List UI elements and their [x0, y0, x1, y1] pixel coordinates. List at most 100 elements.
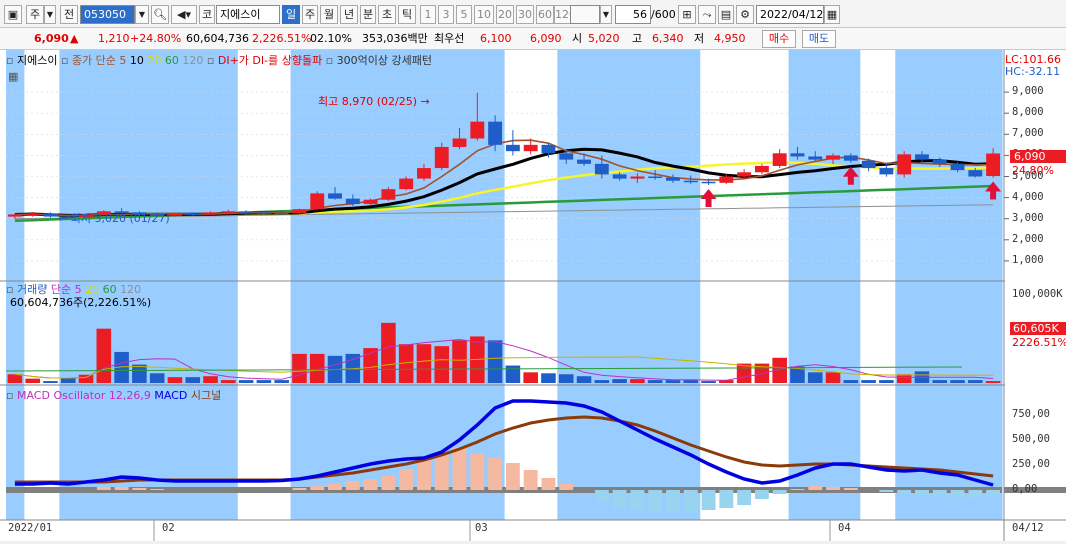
- interval-button-4[interactable]: 20: [496, 5, 514, 24]
- period-button-1[interactable]: 주: [302, 5, 318, 24]
- last-volume-pct: 2226.51%: [1012, 336, 1066, 349]
- calendar-icon[interactable]: ▦: [824, 5, 840, 24]
- period-button-3[interactable]: 년: [340, 5, 358, 24]
- turnover-percent: 02.10%: [310, 32, 352, 45]
- macd-osc-bar: [826, 487, 840, 490]
- candle-body: [879, 168, 894, 175]
- candle-body: [612, 174, 627, 179]
- layout-icon[interactable]: ▣: [4, 5, 22, 24]
- count-input[interactable]: 56: [615, 5, 651, 24]
- all-select[interactable]: 전: [60, 5, 78, 24]
- hc-value: HC:-32.11: [1005, 65, 1061, 78]
- macd-osc-bar: [915, 490, 929, 495]
- macd-osc-bar: [381, 476, 396, 490]
- priority-label: 최우선: [434, 32, 465, 45]
- sell-button[interactable]: 매도: [802, 30, 836, 48]
- volume-bar: [238, 380, 254, 383]
- last-price-tag: 6,090: [1010, 150, 1066, 163]
- buy-button[interactable]: 매수: [762, 30, 796, 48]
- candle-body: [505, 144, 520, 152]
- volume-bar: [203, 376, 218, 383]
- macd-osc-bar: [790, 489, 805, 490]
- interval-button-5[interactable]: 30: [516, 5, 534, 24]
- code-input[interactable]: 053050: [80, 5, 135, 24]
- candle-body: [666, 177, 680, 181]
- candle-body: [363, 199, 378, 204]
- market-select[interactable]: 주: [26, 5, 44, 24]
- grid-icon[interactable]: ⊞: [678, 5, 696, 24]
- volume-bar: [807, 372, 823, 383]
- candle-body: [648, 176, 663, 178]
- candle-body: [541, 144, 556, 154]
- count-empty-field[interactable]: [570, 5, 600, 24]
- volume-ma20-label: 20: [85, 283, 100, 296]
- toolbar: ▣ 주 ▼ 전 053050 ▼ 🔍︎ ◀▾ 코 지에스이 일주월년분초틱 13…: [0, 0, 1066, 28]
- volume-percent: 2,226.51%: [252, 32, 312, 45]
- candle-body: [683, 180, 698, 183]
- volume-legend: ▫ 거래량 단순 5 20 60 120: [6, 283, 142, 296]
- background-band: [166, 50, 185, 520]
- interval-button-0[interactable]: 1: [420, 5, 436, 24]
- last-pct-tag: 24.80%: [1012, 164, 1054, 177]
- volume-bar: [879, 380, 894, 383]
- volume-bar: [487, 340, 503, 383]
- volume-bar: [43, 381, 58, 383]
- volume-bar: [78, 374, 94, 383]
- period-button-4[interactable]: 분: [360, 5, 376, 24]
- period-button-2[interactable]: 월: [320, 5, 338, 24]
- volume-bar: [505, 365, 521, 383]
- signal-legend: DI+가 DI-를 상향돌파: [217, 54, 323, 67]
- period-button-6[interactable]: 틱: [398, 5, 416, 24]
- macd-osc-bar: [132, 488, 147, 490]
- volume-bar: [292, 353, 307, 383]
- count-dropdown-icon[interactable]: ▼: [600, 5, 612, 24]
- interval-button-3[interactable]: 10: [474, 5, 494, 24]
- volume-ma5-label: 5: [74, 283, 82, 296]
- chart-line-icon[interactable]: ⤳: [698, 5, 716, 24]
- macd-osc-bar: [114, 487, 129, 490]
- period-button-5[interactable]: 초: [378, 5, 396, 24]
- candle-body: [968, 170, 983, 177]
- date-input[interactable]: 2022/04/12: [756, 5, 824, 24]
- chevron-down-icon[interactable]: ▼: [44, 5, 56, 24]
- crosshair-icon[interactable]: ▦: [8, 70, 18, 83]
- volume-axis-label: 100,000K: [1012, 288, 1063, 300]
- search-icon[interactable]: 🔍︎: [151, 5, 169, 24]
- volume-legend-name: 거래량: [16, 283, 48, 296]
- candle-body: [594, 163, 609, 175]
- candle-body: [488, 121, 503, 145]
- code-dropdown-icon[interactable]: ▼: [135, 5, 149, 24]
- price-legend-name: 지에스이: [16, 54, 58, 67]
- candle-body: [310, 193, 325, 210]
- gear-icon[interactable]: ⚙: [736, 5, 754, 24]
- volume-bar: [434, 346, 450, 383]
- volume-bar: [256, 380, 272, 383]
- volume-bar: [60, 378, 76, 383]
- background-band: [895, 50, 914, 520]
- volume-bar: [985, 381, 1001, 383]
- volume-bar: [7, 374, 23, 383]
- stock-name-field[interactable]: 지에스이: [216, 5, 280, 24]
- background-band: [930, 50, 950, 520]
- macd-osc-bar: [417, 458, 431, 490]
- save-icon[interactable]: ▤: [718, 5, 734, 24]
- volume-bar: [968, 380, 983, 383]
- speaker-icon[interactable]: ◀▾: [171, 5, 197, 24]
- chart-area[interactable]: ▫ 지에스이 ▫ 종가 단순 5 10 20 60 120 ▫ DI+가 DI-…: [0, 50, 1066, 541]
- candle-body: [256, 212, 271, 214]
- price-axis-label: 4,000: [1012, 190, 1044, 203]
- candle-body: [897, 154, 912, 175]
- macd-osc-bar: [932, 490, 947, 496]
- interval-button-1[interactable]: 3: [438, 5, 454, 24]
- volume-bar: [185, 377, 201, 383]
- macd-osc-bar: [648, 490, 663, 512]
- period-button-0[interactable]: 일: [282, 5, 300, 24]
- interval-button-2[interactable]: 5: [456, 5, 472, 24]
- candle-body: [221, 211, 236, 213]
- change-percent: +24.80%: [130, 32, 182, 45]
- interval-button-6[interactable]: 60: [536, 5, 554, 24]
- price-axis-label: 8,000: [1012, 106, 1044, 119]
- date-label-mar: 03: [475, 522, 488, 534]
- chart-svg[interactable]: [0, 50, 1066, 541]
- volume-ma60-label: 60: [102, 283, 117, 296]
